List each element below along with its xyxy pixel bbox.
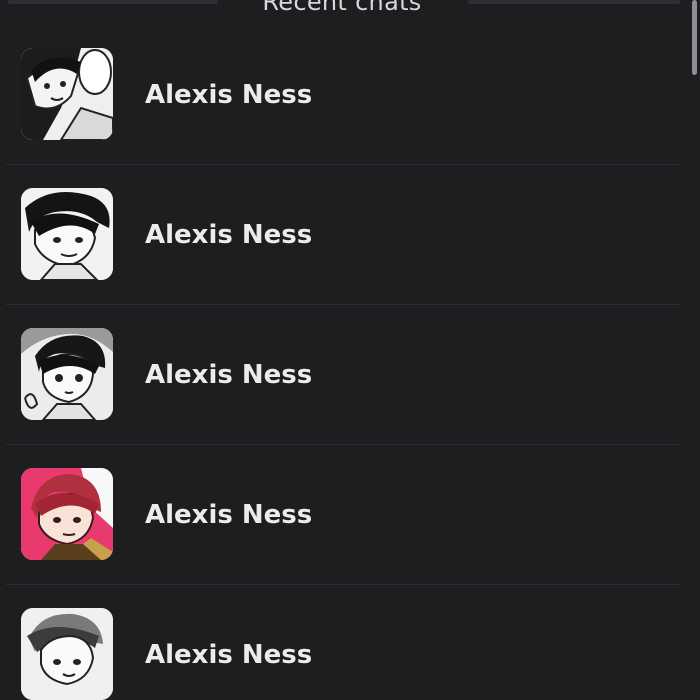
avatar[interactable] [21, 608, 113, 700]
manga-portrait-avatar [21, 48, 113, 140]
manga-portrait-avatar [21, 328, 113, 420]
chat-list-item[interactable]: Alexis Ness [6, 165, 680, 305]
chat-list-item[interactable]: Alexis Ness [6, 305, 680, 445]
recent-chats-header: Recent chats [0, 0, 700, 21]
chat-name: Alexis Ness [145, 640, 313, 670]
chat-list-item[interactable]: Alexis Ness [6, 25, 680, 165]
manga-portrait-avatar [21, 188, 113, 280]
scrollbar[interactable] [692, 0, 697, 75]
avatar[interactable] [21, 328, 113, 420]
header-divider-right [468, 0, 680, 4]
chat-list-item[interactable]: Alexis Ness [6, 585, 680, 700]
manga-portrait-avatar [21, 608, 113, 700]
chat-list: Alexis Ness Alexis Ness Alexis Ness Alex… [6, 25, 680, 700]
recent-chats-screen: Recent chats Alexis Ness Alexis Ness Ale… [0, 0, 700, 700]
chat-name: Alexis Ness [145, 360, 313, 390]
chat-list-item[interactable]: Alexis Ness [6, 445, 680, 585]
chat-name: Alexis Ness [145, 80, 313, 110]
avatar[interactable] [21, 468, 113, 560]
chat-name: Alexis Ness [145, 220, 313, 250]
manga-portrait-avatar-color [21, 468, 113, 560]
chat-name: Alexis Ness [145, 500, 313, 530]
avatar[interactable] [21, 48, 113, 140]
avatar[interactable] [21, 188, 113, 280]
